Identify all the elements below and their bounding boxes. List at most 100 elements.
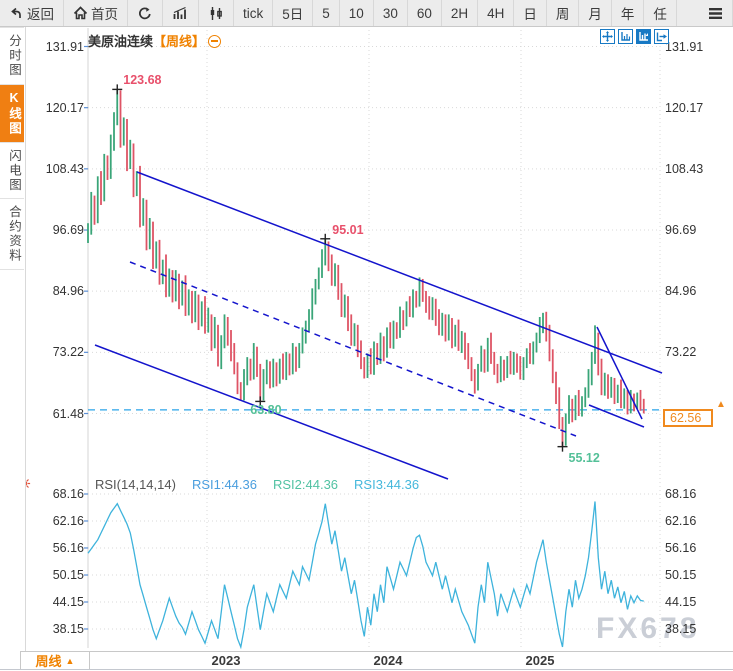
period-30-button[interactable]: 30 <box>374 0 408 26</box>
toolbar-button-label: 60 <box>417 6 432 21</box>
sidebar-item-flash-chart[interactable]: 闪电图 <box>0 143 24 200</box>
sidebar-item-contract-info[interactable]: 合约资料 <box>0 199 24 270</box>
price-axis-label-right: 84.96 <box>665 284 715 298</box>
chevron-up-icon: ▲ <box>66 656 75 666</box>
back-icon <box>9 6 24 20</box>
period-label: 【周线】 <box>153 34 205 49</box>
trendline <box>597 327 642 419</box>
x-axis-year-label: 2024 <box>366 653 410 668</box>
period-custom-button[interactable]: 任 <box>644 0 677 26</box>
app-window: { "toolbar": { "items": [ {"name":"back-… <box>0 0 733 671</box>
period-10-button[interactable]: 10 <box>340 0 374 26</box>
rsi-legend-1: RSI1:44.36 <box>192 477 257 492</box>
sidebar-item-kline-chart[interactable]: K线图 <box>0 85 24 143</box>
x-axis-year-label: 2023 <box>204 653 248 668</box>
candlestick-icon <box>208 6 224 21</box>
trendline <box>137 172 662 373</box>
toolbar: 返回 首页 tick 5日 5 10 30 60 2H 4H 日周月年任 <box>0 0 733 27</box>
period-tick-button[interactable]: tick <box>234 0 273 26</box>
price-axis-label-left: 96.69 <box>38 223 84 237</box>
home-button[interactable]: 首页 <box>64 0 128 26</box>
candlestick-mode-button[interactable] <box>199 0 234 26</box>
rsi-axis-label-right: 62.16 <box>665 514 715 528</box>
rsi-axis-label-left: 56.16 <box>38 541 84 555</box>
toolbar-button-label: 10 <box>349 6 364 21</box>
home-icon <box>73 6 88 20</box>
toolbar-button-label: 日 <box>523 3 537 23</box>
period-day-button[interactable]: 日 <box>514 0 547 26</box>
rsi-axis-label-left: 50.15 <box>38 568 84 582</box>
rsi-title: RSI(14,14,14) <box>95 477 176 492</box>
rsi-axis-label-right: 38.15 <box>665 622 715 636</box>
bar-chart-icon <box>172 6 189 21</box>
rsi-axis-label-left: 44.15 <box>38 595 84 609</box>
rsi-line <box>88 502 644 648</box>
axis-zoom-filled-icon[interactable] <box>636 29 651 44</box>
bottom-edge <box>0 669 733 670</box>
period-2h-button[interactable]: 2H <box>442 0 478 26</box>
current-price-box: 62.56 <box>663 409 713 427</box>
toolbar-button-label: 任 <box>653 3 667 23</box>
toolbar-button-label: 30 <box>383 6 398 21</box>
chart-title: 美原油连续【周线】 <box>88 31 221 50</box>
period-tab-label: 周线 <box>36 651 62 670</box>
sidebar-item-time-chart[interactable]: 分时图 <box>0 27 24 85</box>
price-annotation: 95.01 <box>332 223 363 237</box>
symbol-name: 美原油连续 <box>88 34 153 49</box>
collapse-indicator-icon[interactable] <box>208 35 221 48</box>
toolbar-button-label: 返回 <box>27 3 54 23</box>
toolbar-button-label: tick <box>243 6 263 21</box>
price-axis-label-left: 131.91 <box>38 40 84 54</box>
toolbar-button-label: 首页 <box>91 3 118 23</box>
exit-chart-icon[interactable] <box>654 29 669 44</box>
price-axis-label-right: 73.22 <box>665 345 715 359</box>
price-axis-label-left: 108.43 <box>38 162 84 176</box>
period-5-button[interactable]: 5 <box>313 0 340 26</box>
price-axis-label-left: 73.22 <box>38 345 84 359</box>
rsi-legend-3: RSI3:44.36 <box>354 477 419 492</box>
rsi-axis-label-right: 68.16 <box>665 487 715 501</box>
menu-icon <box>708 7 723 20</box>
rsi-legend-2: RSI2:44.36 <box>273 477 338 492</box>
price-axis-label-right: 120.17 <box>665 101 715 115</box>
period-month-button[interactable]: 月 <box>579 0 612 26</box>
toolbar-spacer <box>677 0 699 26</box>
rsi-axis-label-left: 38.15 <box>38 622 84 636</box>
toolbar-button-label: 2H <box>451 6 468 21</box>
period-5d-button[interactable]: 5日 <box>273 0 313 26</box>
toolbar-button-label: 周 <box>556 3 570 23</box>
period-week-button[interactable]: 周 <box>547 0 580 26</box>
period-4h-button[interactable]: 4H <box>478 0 514 26</box>
chart-controls <box>600 29 669 44</box>
trendline <box>589 405 644 427</box>
period-year-button[interactable]: 年 <box>612 0 645 26</box>
rsi-axis-label-right: 50.15 <box>665 568 715 582</box>
price-axis-label-left: 61.48 <box>38 407 84 421</box>
price-annotation: 55.12 <box>569 451 600 465</box>
price-axis-label-right: 108.43 <box>665 162 715 176</box>
scroll-to-latest-icon[interactable]: ▲ <box>716 400 726 410</box>
pan-icon[interactable] <box>600 29 615 44</box>
toolbar-button-label: 4H <box>487 6 504 21</box>
sidebar: 分时图K线图闪电图合约资料 <box>0 27 26 651</box>
refresh-icon <box>137 6 153 21</box>
bottom-separator <box>20 651 733 652</box>
price-axis-label-right: 96.69 <box>665 223 715 237</box>
period-60-button[interactable]: 60 <box>408 0 442 26</box>
period-tab[interactable]: 周线 ▲ <box>20 652 90 669</box>
refresh-button[interactable] <box>128 0 163 26</box>
rsi-header: RSI(14,14,14) RSI1:44.36 RSI2:44.36 RSI3:4… <box>95 477 419 492</box>
menu-button[interactable] <box>699 0 733 26</box>
rsi-axis-label-left: 62.16 <box>38 514 84 528</box>
back-button[interactable]: 返回 <box>0 0 64 26</box>
axis-zoom-icon[interactable] <box>618 29 633 44</box>
toolbar-button-label: 5日 <box>282 3 303 23</box>
price-annotation: 63.80 <box>250 403 281 417</box>
rsi-axis-label-right: 44.15 <box>665 595 715 609</box>
price-axis-label-left: 84.96 <box>38 284 84 298</box>
x-axis-year-label: 2025 <box>518 653 562 668</box>
toolbar-button-label: 月 <box>588 3 602 23</box>
toolbar-button-label: 5 <box>322 6 330 21</box>
price-annotation: 123.68 <box>123 73 161 87</box>
bar-chart-mode-button[interactable] <box>163 0 199 26</box>
